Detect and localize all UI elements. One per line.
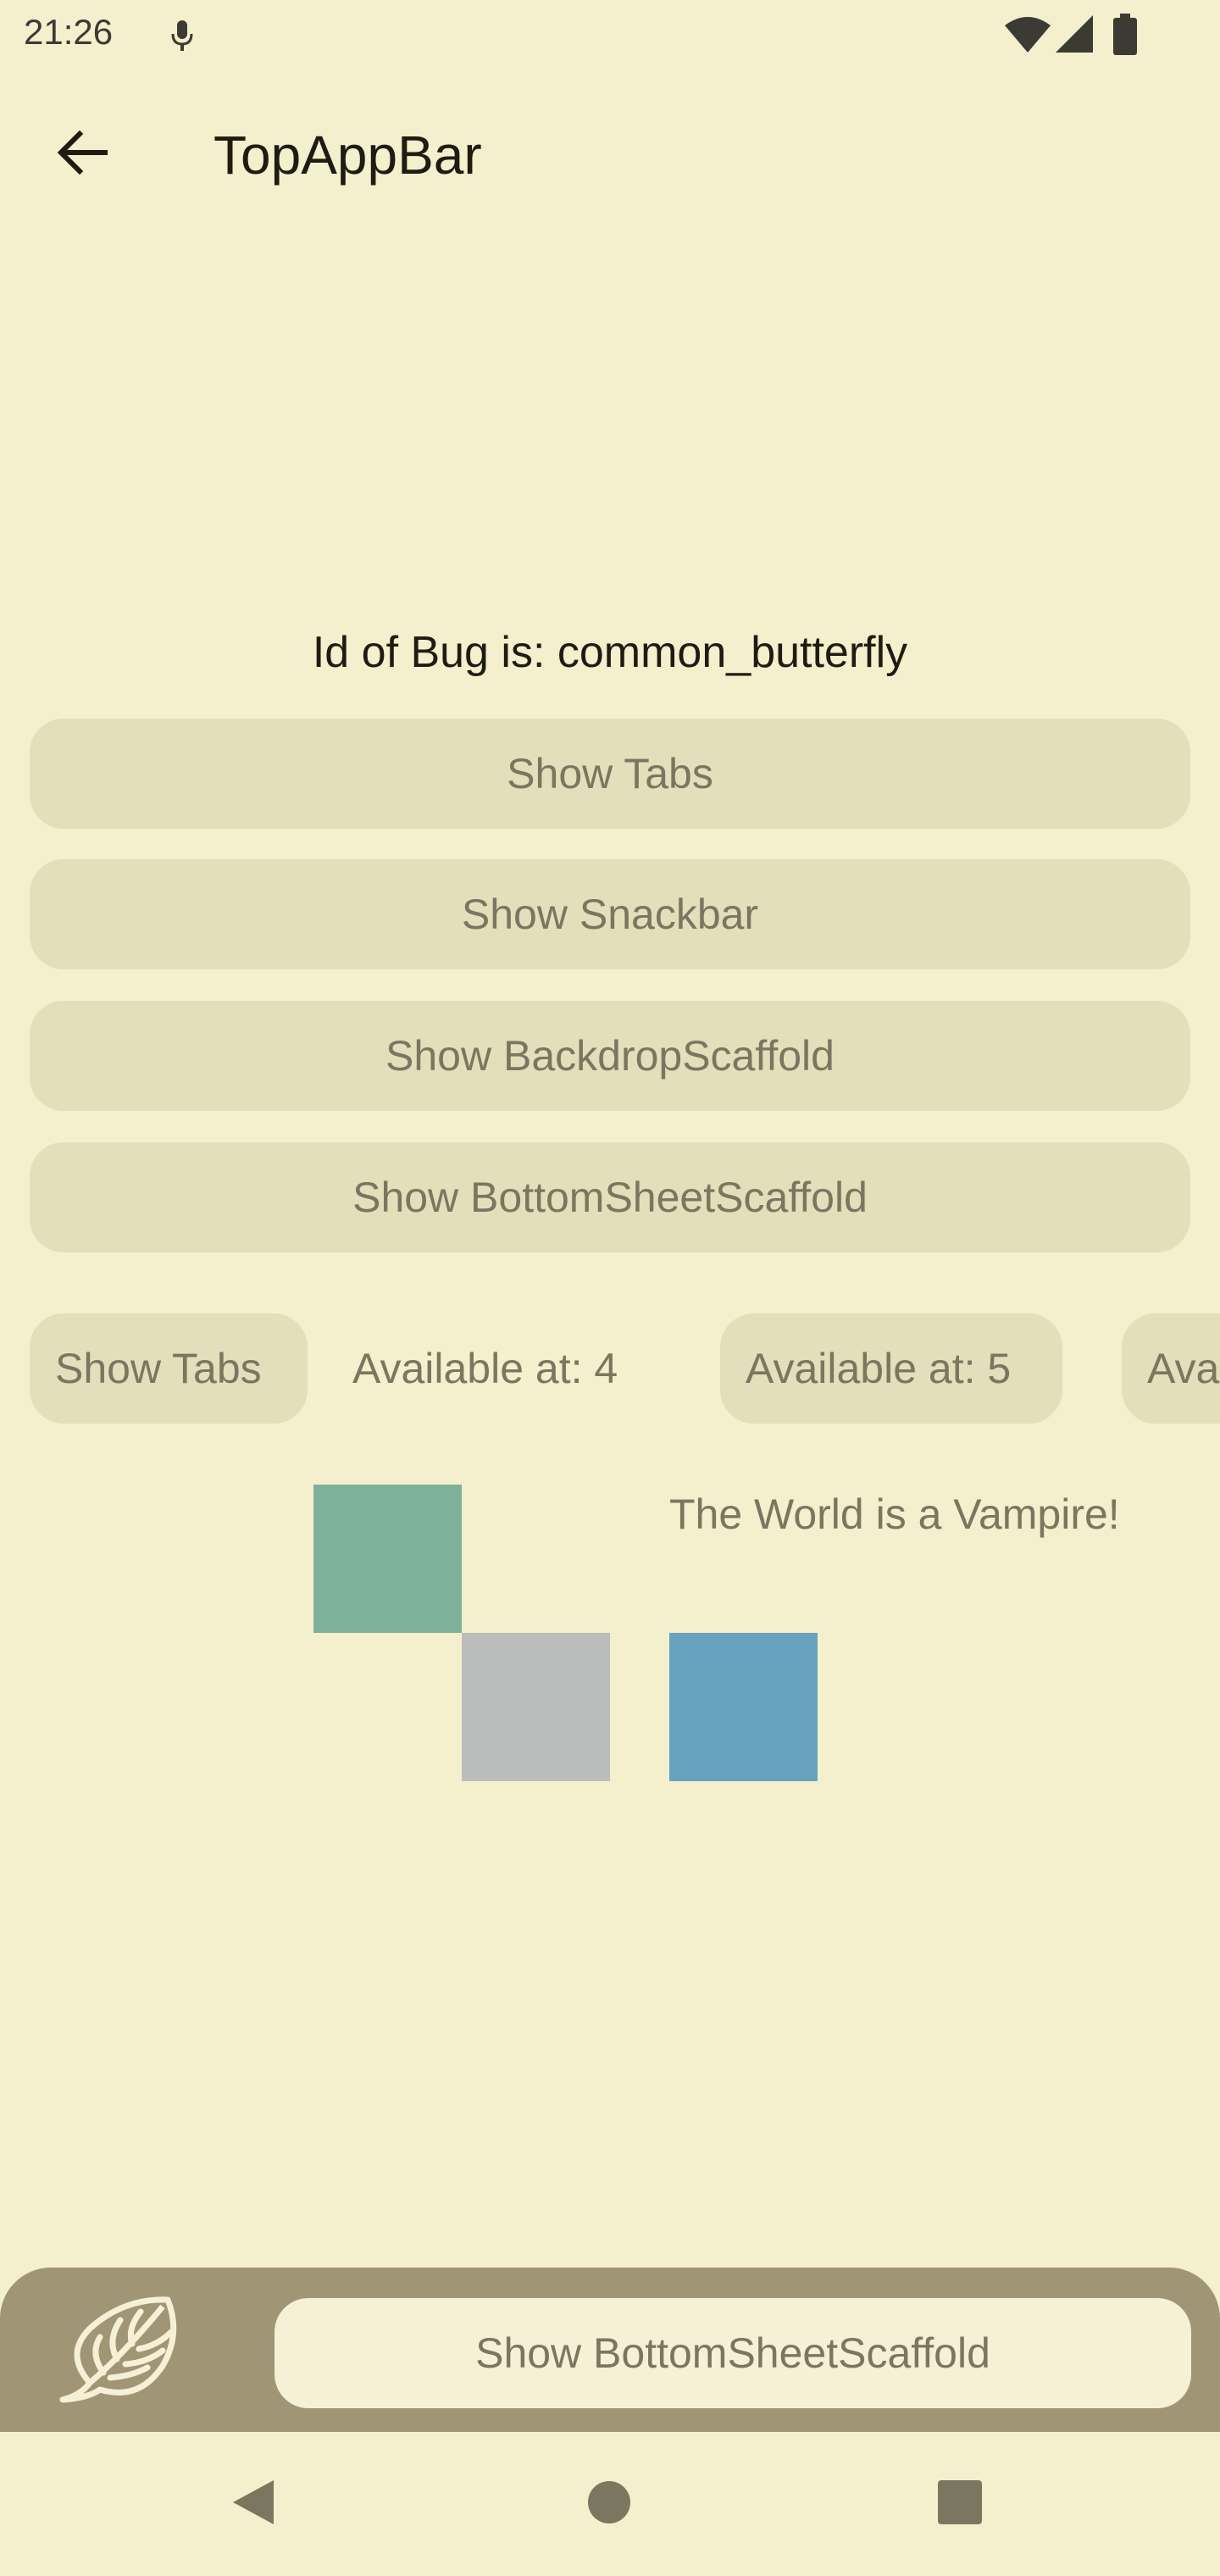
page-title: TopAppBar bbox=[214, 125, 482, 186]
status-time: 21:26 bbox=[24, 12, 114, 52]
show-bottom-sheet-scaffold-button[interactable]: Show BottomSheetScaffold bbox=[30, 1142, 1190, 1252]
blue-square bbox=[669, 1633, 818, 1781]
available-at-5-chip[interactable]: Available at: 5 bbox=[720, 1313, 1062, 1424]
nav-home-icon bbox=[586, 2479, 632, 2529]
gray-square bbox=[462, 1633, 610, 1781]
vampire-text: The World is a Vampire! bbox=[669, 1491, 1120, 1538]
nav-recents-icon bbox=[937, 2479, 983, 2529]
mic-icon bbox=[169, 19, 195, 53]
wifi-icon bbox=[1005, 15, 1051, 54]
available-at-4-text: Available at: 4 bbox=[352, 1345, 618, 1392]
nav-back-icon bbox=[231, 2479, 275, 2530]
arrow-back-icon bbox=[56, 130, 108, 179]
row-show-tabs-chip[interactable]: Show Tabs bbox=[30, 1313, 308, 1424]
nav-back-button[interactable] bbox=[224, 2474, 283, 2534]
nav-recents-button[interactable] bbox=[930, 2474, 990, 2534]
leaf-icon[interactable] bbox=[56, 2295, 183, 2407]
show-tabs-button[interactable]: Show Tabs bbox=[30, 719, 1190, 829]
bug-id-text: Id of Bug is: common_butterfly bbox=[312, 628, 908, 677]
back-button[interactable] bbox=[44, 112, 120, 197]
show-snackbar-button[interactable]: Show Snackbar bbox=[30, 859, 1190, 969]
bottom-bar-show-bottom-sheet-button[interactable]: Show BottomSheetScaffold bbox=[274, 2298, 1191, 2408]
show-backdrop-scaffold-button[interactable]: Show BackdropScaffold bbox=[30, 1001, 1190, 1111]
battery-icon bbox=[1113, 14, 1137, 56]
nav-home-button[interactable] bbox=[580, 2474, 639, 2534]
green-square bbox=[313, 1485, 462, 1633]
signal-icon bbox=[1056, 15, 1093, 54]
available-at-6-chip[interactable]: Available at: 6 bbox=[1122, 1313, 1220, 1424]
